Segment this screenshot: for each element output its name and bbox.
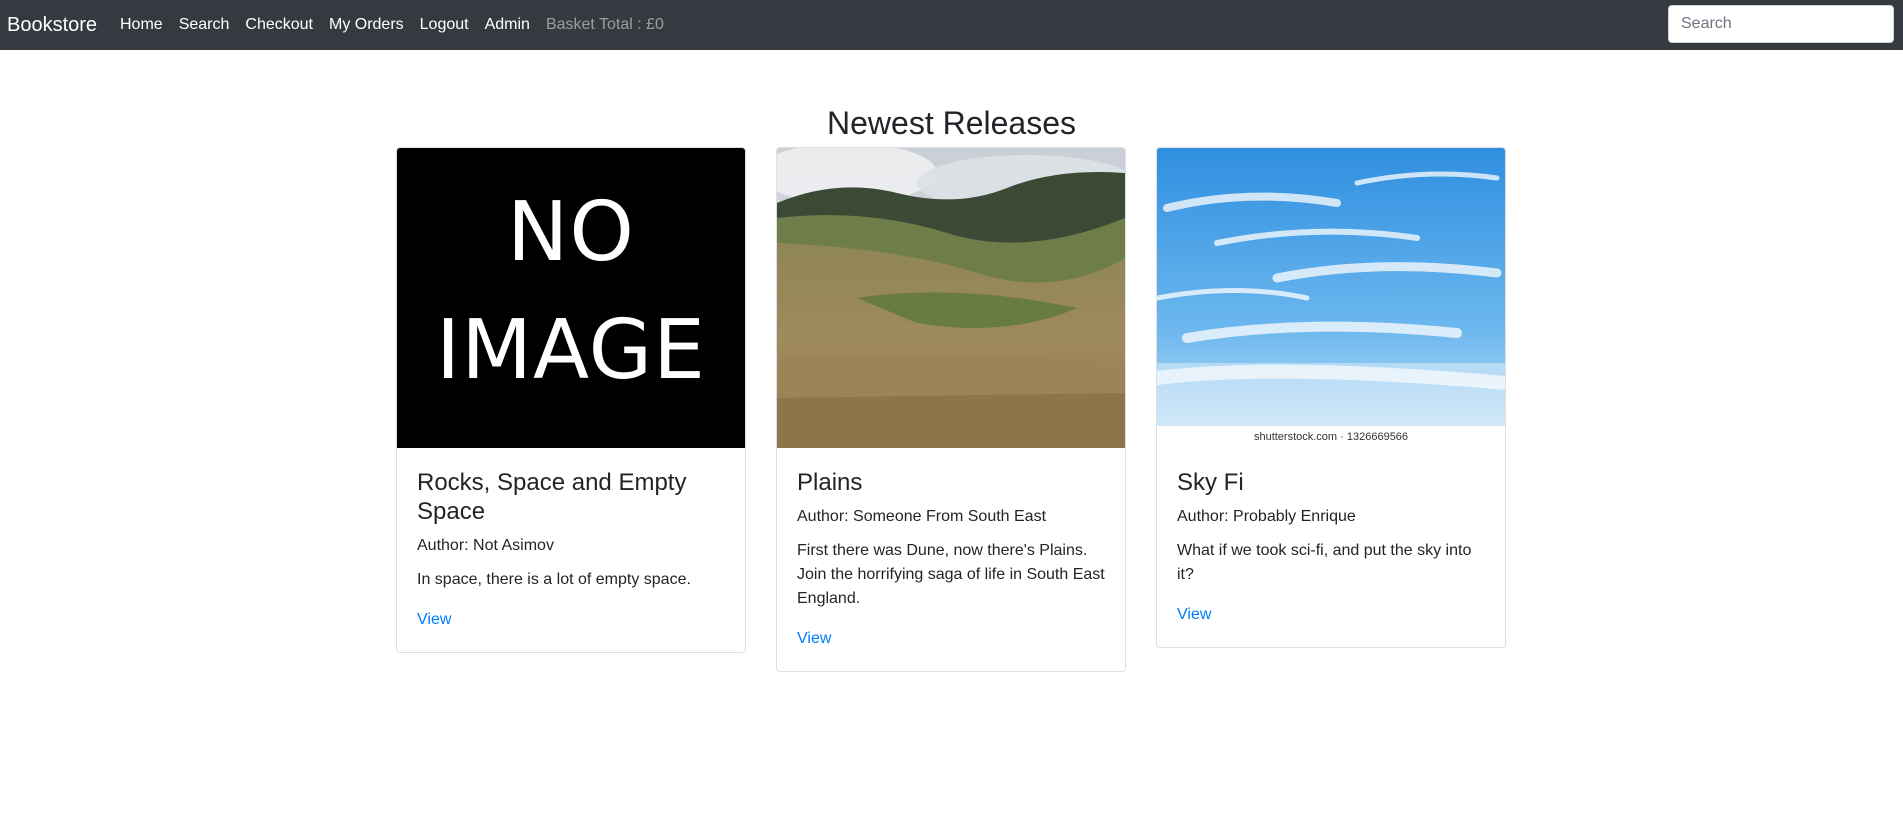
nav-link-logout[interactable]: Logout bbox=[420, 13, 469, 37]
book-card: shutterstock.com · 1326669566 Sky Fi Aut… bbox=[1156, 147, 1506, 648]
book-title: Rocks, Space and Empty Space bbox=[417, 469, 687, 525]
book-title: Sky Fi bbox=[1177, 469, 1244, 496]
nav-link-checkout[interactable]: Checkout bbox=[245, 13, 313, 37]
book-author: Author: Someone From South East bbox=[797, 508, 1047, 525]
view-link[interactable]: View bbox=[417, 608, 451, 632]
card-body: Plains Author: Someone From South East F… bbox=[777, 448, 1125, 671]
no-image-line1: NO bbox=[507, 185, 635, 280]
no-image-line2: IMAGE bbox=[436, 303, 706, 398]
book-description: First there was Dune, now there's Plains… bbox=[797, 542, 1105, 607]
view-link[interactable]: View bbox=[797, 627, 831, 651]
page-title: Newest Releases bbox=[827, 105, 1076, 141]
no-image-placeholder: NO IMAGE bbox=[397, 148, 745, 448]
nav-link-admin[interactable]: Admin bbox=[485, 13, 530, 37]
nav-links: Home Search Checkout My Orders Logout Ad… bbox=[120, 13, 664, 37]
book-title: Plains bbox=[797, 469, 863, 496]
book-cover-image bbox=[777, 148, 1125, 448]
basket-total: Basket Total : £0 bbox=[545, 16, 664, 33]
sky-photo bbox=[1157, 148, 1505, 448]
card-body: Sky Fi Author: Probably Enrique What if … bbox=[1157, 448, 1505, 647]
book-author: Author: Not Asimov bbox=[417, 537, 554, 554]
view-link[interactable]: View bbox=[1177, 603, 1211, 627]
brand-link[interactable]: Bookstore bbox=[7, 12, 97, 38]
nav-link-my-orders[interactable]: My Orders bbox=[329, 13, 404, 37]
card-body: Rocks, Space and Empty Space Author: Not… bbox=[397, 448, 745, 652]
book-card: Plains Author: Someone From South East F… bbox=[776, 147, 1126, 672]
search-input[interactable] bbox=[1668, 5, 1894, 43]
nav-link-search[interactable]: Search bbox=[179, 13, 230, 37]
nav-link-home[interactable]: Home bbox=[120, 13, 163, 37]
book-author: Author: Probably Enrique bbox=[1177, 508, 1356, 525]
book-description: What if we took sci-fi, and put the sky … bbox=[1177, 542, 1472, 583]
navbar: Bookstore Home Search Checkout My Orders… bbox=[0, 0, 1903, 50]
book-cover-image: shutterstock.com · 1326669566 bbox=[1157, 148, 1505, 448]
image-watermark: shutterstock.com · 1326669566 bbox=[1157, 426, 1505, 448]
grassland-photo bbox=[777, 148, 1125, 448]
book-card: NO IMAGE Rocks, Space and Empty Space Au… bbox=[396, 147, 746, 653]
book-description: In space, there is a lot of empty space. bbox=[417, 571, 691, 588]
